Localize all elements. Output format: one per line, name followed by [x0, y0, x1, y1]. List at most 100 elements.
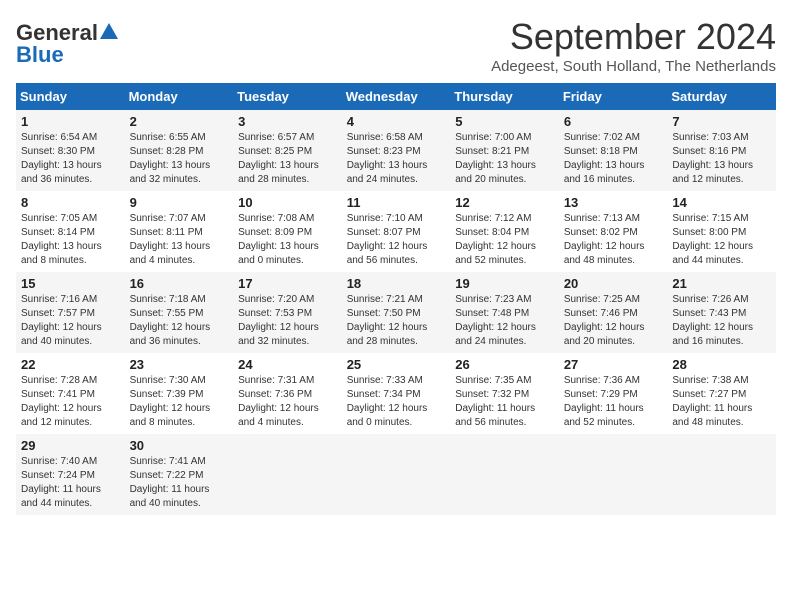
- day-number: 23: [130, 357, 229, 372]
- day-info: Sunrise: 6:57 AMSunset: 8:25 PMDaylight:…: [238, 131, 337, 187]
- logo: General Blue: [16, 20, 118, 68]
- day-info: Sunrise: 7:12 AMSunset: 8:04 PMDaylight:…: [455, 212, 554, 268]
- day-info: Sunrise: 7:38 AMSunset: 7:27 PMDaylight:…: [672, 374, 771, 430]
- day-number: 17: [238, 276, 337, 291]
- calendar-cell: 3 Sunrise: 6:57 AMSunset: 8:25 PMDaylight…: [233, 110, 342, 191]
- day-info: Sunrise: 7:10 AMSunset: 8:07 PMDaylight:…: [347, 212, 446, 268]
- day-info: Sunrise: 7:13 AMSunset: 8:02 PMDaylight:…: [564, 212, 663, 268]
- day-number: 27: [564, 357, 663, 372]
- calendar-week-row: 29 Sunrise: 7:40 AMSunset: 7:24 PMDayligh…: [16, 434, 776, 515]
- title-area: September 2024 Adegeest, South Holland, …: [491, 16, 776, 75]
- weekday-header: Saturday: [667, 83, 776, 110]
- calendar-cell: 6Sunrise: 7:02 AMSunset: 8:18 PMDaylight…: [559, 110, 668, 191]
- day-number: 19: [455, 276, 554, 291]
- day-number: 2: [130, 114, 229, 129]
- day-number: 29: [21, 438, 120, 453]
- calendar-cell: 4 Sunrise: 6:58 AMSunset: 8:23 PMDaylight…: [342, 110, 451, 191]
- day-number: 4: [347, 114, 446, 129]
- day-info: Sunrise: 7:16 AMSunset: 7:57 PMDaylight:…: [21, 293, 120, 349]
- calendar-cell: 2 Sunrise: 6:55 AMSunset: 8:28 PMDaylight…: [125, 110, 234, 191]
- day-info: Sunrise: 6:54 AMSunset: 8:30 PMDaylight:…: [21, 131, 120, 187]
- calendar-cell: 25Sunrise: 7:33 AMSunset: 7:34 PMDayligh…: [342, 353, 451, 434]
- weekday-header: Monday: [125, 83, 234, 110]
- day-number: 22: [21, 357, 120, 372]
- calendar-week-row: 1Sunrise: 6:54 AMSunset: 8:30 PMDaylight…: [16, 110, 776, 191]
- day-number: 21: [672, 276, 771, 291]
- calendar-cell: [233, 434, 342, 515]
- calendar-table: SundayMondayTuesdayWednesdayThursdayFrid…: [16, 83, 776, 515]
- day-info: Sunrise: 7:18 AMSunset: 7:55 PMDaylight:…: [130, 293, 229, 349]
- calendar-cell: 22 Sunrise: 7:28 AMSunset: 7:41 PMDayligh…: [16, 353, 125, 434]
- day-info: Sunrise: 7:20 AMSunset: 7:53 PMDaylight:…: [238, 293, 337, 349]
- calendar-cell: 17 Sunrise: 7:20 AMSunset: 7:53 PMDayligh…: [233, 272, 342, 353]
- calendar-cell: 10 Sunrise: 7:08 AMSunset: 8:09 PMDayligh…: [233, 191, 342, 272]
- day-number: 11: [347, 195, 446, 210]
- day-info: Sunrise: 7:05 AMSunset: 8:14 PMDaylight:…: [21, 212, 120, 268]
- calendar-cell: 18 Sunrise: 7:21 AMSunset: 7:50 PMDayligh…: [342, 272, 451, 353]
- day-number: 20: [564, 276, 663, 291]
- calendar-cell: 16 Sunrise: 7:18 AMSunset: 7:55 PMDayligh…: [125, 272, 234, 353]
- weekday-header: Wednesday: [342, 83, 451, 110]
- calendar-week-row: 22 Sunrise: 7:28 AMSunset: 7:41 PMDayligh…: [16, 353, 776, 434]
- day-number: 16: [130, 276, 229, 291]
- weekday-header: Thursday: [450, 83, 559, 110]
- calendar-cell: [559, 434, 668, 515]
- day-info: Sunrise: 7:33 AMSunset: 7:34 PMDaylight:…: [347, 374, 446, 430]
- calendar-cell: 7 Sunrise: 7:03 AMSunset: 8:16 PMDaylight…: [667, 110, 776, 191]
- calendar-cell: 1Sunrise: 6:54 AMSunset: 8:30 PMDaylight…: [16, 110, 125, 191]
- day-info: Sunrise: 7:25 AMSunset: 7:46 PMDaylight:…: [564, 293, 663, 349]
- day-number: 3: [238, 114, 337, 129]
- day-info: Sunrise: 7:00 AMSunset: 8:21 PMDaylight:…: [455, 131, 554, 187]
- calendar-cell: 27 Sunrise: 7:36 AMSunset: 7:29 PMDayligh…: [559, 353, 668, 434]
- day-number: 15: [21, 276, 120, 291]
- weekday-header: Friday: [559, 83, 668, 110]
- day-info: Sunrise: 7:15 AMSunset: 8:00 PMDaylight:…: [672, 212, 771, 268]
- day-info: Sunrise: 6:58 AMSunset: 8:23 PMDaylight:…: [347, 131, 446, 187]
- day-number: 14: [672, 195, 771, 210]
- calendar-cell: [667, 434, 776, 515]
- day-info: Sunrise: 6:55 AMSunset: 8:28 PMDaylight:…: [130, 131, 229, 187]
- day-number: 24: [238, 357, 337, 372]
- calendar-cell: 15 Sunrise: 7:16 AMSunset: 7:57 PMDayligh…: [16, 272, 125, 353]
- day-info: Sunrise: 7:41 AMSunset: 7:22 PMDaylight:…: [130, 455, 229, 511]
- calendar-cell: 20 Sunrise: 7:25 AMSunset: 7:46 PMDayligh…: [559, 272, 668, 353]
- calendar-week-row: 8 Sunrise: 7:05 AMSunset: 8:14 PMDaylight…: [16, 191, 776, 272]
- calendar-cell: 14 Sunrise: 7:15 AMSunset: 8:00 PMDayligh…: [667, 191, 776, 272]
- day-info: Sunrise: 7:28 AMSunset: 7:41 PMDaylight:…: [21, 374, 120, 430]
- day-info: Sunrise: 7:31 AMSunset: 7:36 PMDaylight:…: [238, 374, 337, 430]
- logo-blue-text: Blue: [16, 42, 64, 68]
- calendar-cell: 23 Sunrise: 7:30 AMSunset: 7:39 PMDayligh…: [125, 353, 234, 434]
- day-number: 8: [21, 195, 120, 210]
- calendar-cell: 13 Sunrise: 7:13 AMSunset: 8:02 PMDayligh…: [559, 191, 668, 272]
- day-info: Sunrise: 7:03 AMSunset: 8:16 PMDaylight:…: [672, 131, 771, 187]
- calendar-cell: 26 Sunrise: 7:35 AMSunset: 7:32 PMDayligh…: [450, 353, 559, 434]
- day-info: Sunrise: 7:35 AMSunset: 7:32 PMDaylight:…: [455, 374, 554, 430]
- calendar-cell: 9Sunrise: 7:07 AMSunset: 8:11 PMDaylight…: [125, 191, 234, 272]
- day-number: 9: [130, 195, 229, 210]
- weekday-header: Tuesday: [233, 83, 342, 110]
- calendar-cell: 29 Sunrise: 7:40 AMSunset: 7:24 PMDayligh…: [16, 434, 125, 515]
- day-info: Sunrise: 7:30 AMSunset: 7:39 PMDaylight:…: [130, 374, 229, 430]
- day-info: Sunrise: 7:40 AMSunset: 7:24 PMDaylight:…: [21, 455, 120, 511]
- calendar-cell: 21Sunrise: 7:26 AMSunset: 7:43 PMDayligh…: [667, 272, 776, 353]
- day-info: Sunrise: 7:08 AMSunset: 8:09 PMDaylight:…: [238, 212, 337, 268]
- calendar-cell: 12 Sunrise: 7:12 AMSunset: 8:04 PMDayligh…: [450, 191, 559, 272]
- calendar-cell: 11 Sunrise: 7:10 AMSunset: 8:07 PMDayligh…: [342, 191, 451, 272]
- day-number: 13: [564, 195, 663, 210]
- day-number: 7: [672, 114, 771, 129]
- day-info: Sunrise: 7:21 AMSunset: 7:50 PMDaylight:…: [347, 293, 446, 349]
- calendar-cell: 28 Sunrise: 7:38 AMSunset: 7:27 PMDayligh…: [667, 353, 776, 434]
- calendar-cell: [342, 434, 451, 515]
- day-number: 10: [238, 195, 337, 210]
- day-info: Sunrise: 7:36 AMSunset: 7:29 PMDaylight:…: [564, 374, 663, 430]
- calendar-cell: [450, 434, 559, 515]
- day-number: 26: [455, 357, 554, 372]
- calendar-header-row: SundayMondayTuesdayWednesdayThursdayFrid…: [16, 83, 776, 110]
- day-info: Sunrise: 7:23 AMSunset: 7:48 PMDaylight:…: [455, 293, 554, 349]
- calendar-cell: 30Sunrise: 7:41 AMSunset: 7:22 PMDayligh…: [125, 434, 234, 515]
- day-number: 28: [672, 357, 771, 372]
- day-number: 12: [455, 195, 554, 210]
- day-number: 18: [347, 276, 446, 291]
- calendar-cell: 24 Sunrise: 7:31 AMSunset: 7:36 PMDayligh…: [233, 353, 342, 434]
- day-info: Sunrise: 7:02 AMSunset: 8:18 PMDaylight:…: [564, 131, 663, 187]
